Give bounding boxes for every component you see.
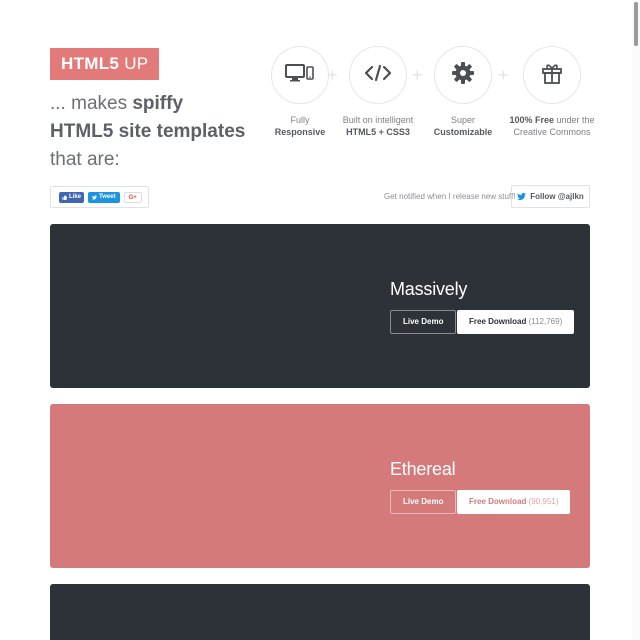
download-count: (112,769)	[528, 317, 563, 326]
feature-html5: Built on intelligent HTML5 + CSS3	[336, 46, 420, 138]
feature-line1: Built on intelligent	[342, 115, 414, 125]
download-count: (90,951)	[528, 497, 559, 506]
tweet-label: Tweet	[99, 193, 116, 200]
code-icon	[363, 63, 393, 88]
scrollbar[interactable]	[632, 0, 640, 640]
feature-label: Super Customizable	[421, 114, 505, 138]
template-title: Massively	[390, 279, 468, 299]
gift-icon	[540, 61, 564, 90]
feature-circle	[271, 46, 329, 104]
template-title: Ethereal	[390, 459, 456, 479]
download-label: Free Download	[469, 317, 527, 326]
follow-label: Follow @ajlkn	[530, 192, 584, 201]
tagline-suffix: that are:	[50, 149, 120, 170]
live-demo-button[interactable]: Live Demo	[390, 310, 457, 334]
tagline: ... makes spiffy HTML5 site templates th…	[50, 90, 250, 174]
devices-icon	[285, 63, 315, 88]
free-download-button[interactable]: Free Download (112,769)	[457, 310, 575, 334]
feature-line2: HTML5 + CSS3	[346, 127, 410, 137]
gear-icon	[451, 61, 475, 90]
feature-free: 100% Free under the Creative Commons	[506, 46, 598, 138]
features-row: Fully Responsive + Built on intelligent …	[258, 46, 598, 146]
logo-bold-text: HTML5	[61, 54, 120, 73]
twitter-bird-icon	[517, 192, 527, 200]
facebook-like-button[interactable]: Like	[59, 191, 85, 203]
download-label: Free Download	[469, 497, 527, 506]
template-card-ethereal[interactable]: Ethereal Live Demo Free Download (90,951…	[50, 404, 590, 568]
feature-circle	[434, 46, 492, 104]
feature-responsive: Fully Responsive	[258, 46, 342, 138]
live-demo-button[interactable]: Live Demo	[390, 490, 457, 514]
like-label: Like	[69, 193, 82, 200]
feature-line1-rest: under the	[554, 115, 595, 125]
thumbs-up-icon	[62, 194, 67, 200]
twitter-bird-icon	[92, 195, 98, 199]
notify-text: Get notified when I release new stuff!	[384, 192, 516, 201]
scrollbar-thumb[interactable]	[634, 2, 638, 46]
template-card-next[interactable]	[50, 584, 590, 640]
feature-customizable: Super Customizable	[421, 46, 505, 138]
template-card-massively[interactable]: Massively Live Demo Free Download (112,7…	[50, 224, 590, 388]
free-download-button[interactable]: Free Download (90,951)	[457, 490, 571, 514]
feature-line1: Fully	[290, 115, 310, 125]
feature-line2: Responsive	[274, 127, 326, 137]
social-buttons: Like Tweet G+	[50, 186, 149, 208]
twitter-follow-button[interactable]: Follow @ajlkn	[511, 185, 590, 208]
feature-label: Built on intelligent HTML5 + CSS3	[336, 114, 420, 138]
feature-line2: Creative Commons	[513, 127, 591, 137]
tweet-button[interactable]: Tweet	[88, 191, 120, 203]
feature-label: Fully Responsive	[258, 114, 342, 138]
feature-circle	[349, 46, 407, 104]
google-plus-button[interactable]: G+	[123, 191, 142, 203]
feature-circle	[523, 46, 581, 104]
site-logo[interactable]: HTML5 UP	[50, 48, 160, 80]
logo-light-text: UP	[119, 54, 149, 73]
feature-line2: Customizable	[433, 127, 493, 137]
tagline-prefix: ... makes	[50, 93, 133, 114]
feature-line1-bold: 100% Free	[509, 115, 554, 125]
feature-line1: Super	[450, 115, 476, 125]
feature-label: 100% Free under the Creative Commons	[506, 114, 598, 138]
